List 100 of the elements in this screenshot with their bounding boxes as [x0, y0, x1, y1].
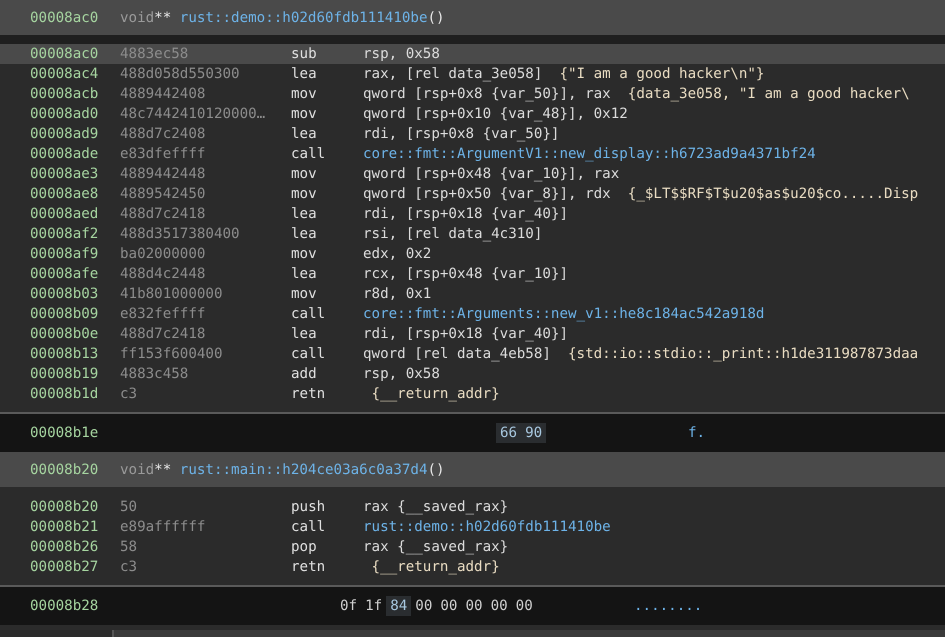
operands: rsi, [rel data_4c310]: [363, 226, 542, 242]
opcode-bytes: 4889442448: [120, 166, 206, 182]
ascii-text: f.: [688, 425, 706, 441]
instruction-row[interactable]: 00008b19 4883c458 add rsp, 0x58: [0, 364, 945, 384]
instruction-row[interactable]: 00008af9 ba02000000 mov edx, 0x2: [0, 244, 945, 264]
instruction-row[interactable]: 00008ad9 488d7c2408 lea rdi, [rsp+0x8 {var_50}]: [0, 124, 945, 144]
function-name[interactable]: rust::demo::h02d60fdb111410be: [180, 10, 428, 26]
instruction-row[interactable]: 00008acb 4889442408 mov qword [rsp+0x8 {var_50}], rax {data_3e058, "I am a good hacker\: [0, 84, 945, 104]
mnemonic: mov: [291, 86, 318, 102]
operands: rdi, [rsp+0x18 {var_40}]: [363, 326, 568, 342]
mnemonic: sub: [291, 46, 318, 62]
instruction-row[interactable]: 00008ae3 4889442448 mov qword [rsp+0x48 {var_10}], rax: [0, 164, 945, 184]
address: 00008b19: [30, 366, 100, 382]
opcode-bytes: 58: [120, 539, 138, 555]
address: 00008b20: [30, 499, 100, 515]
mnemonic: mov: [291, 246, 318, 262]
mnemonic: call: [291, 346, 326, 362]
instruction-row[interactable]: 00008b26 58 pop rax {__saved_rax}: [0, 537, 945, 557]
mnemonic: lea: [291, 126, 318, 142]
opcode-bytes: ba02000000: [120, 246, 206, 262]
instruction-row[interactable]: 00008af2 488d3517380400 lea rsi, [rel data_4c310]: [0, 224, 945, 244]
symbol-link[interactable]: core::fmt::Arguments::new_v1::he8c184ac542a918d: [363, 306, 764, 322]
hex-byte: 00: [439, 597, 458, 616]
address: 00008b1e: [30, 425, 100, 441]
operands: edx, 0x2: [363, 246, 432, 262]
mnemonic: mov: [291, 106, 318, 122]
address: 00008ac4: [30, 66, 100, 82]
mnemonic: add: [291, 366, 318, 382]
pointer-marker: **: [154, 462, 172, 478]
instruction-row[interactable]: 00008b09 e832feffff call core::fmt::Arguments::new_v1::he8c184ac542a918d: [0, 304, 945, 324]
return-type: void: [120, 10, 154, 26]
ascii-text: ........: [634, 598, 702, 614]
symbol-link[interactable]: core::fmt::ArgumentV1::new_display::h6723ad9a4371bf24: [363, 146, 816, 162]
instruction-row[interactable]: 00008b0e 488d7c2418 lea rdi, [rsp+0x18 {var_40}]: [0, 324, 945, 344]
instruction-row[interactable]: 00008b20 50 push rax {__saved_rax}: [0, 497, 945, 517]
mnemonic: mov: [291, 286, 318, 302]
instruction-row[interactable]: 00008b21 e89affffff call rust::demo::h02d60fdb111410be: [0, 517, 945, 537]
hex-byte: 00: [414, 597, 434, 616]
address: 00008ad0: [30, 106, 100, 122]
operands: rsp, 0x58: [363, 366, 440, 382]
operands: rax, [rel data_3e058]: [363, 66, 542, 82]
instruction-row[interactable]: 00008b27 c3 retn {__return_addr}: [0, 557, 945, 577]
operands: qword [rsp+0x8 {var_50}], rax: [363, 86, 611, 102]
address: 00008af2: [30, 226, 100, 242]
opcode-bytes: ff153f600400: [120, 346, 224, 362]
instruction-row[interactable]: 00008ac0 4883ec58 sub rsp, 0x58: [0, 44, 945, 64]
function-name[interactable]: rust::main::h204ce03a6c0a37d4: [180, 462, 428, 478]
opcode-bytes: e83dfeffff: [120, 146, 206, 162]
instruction-row[interactable]: 00008afe 488d4c2448 lea rcx, [rsp+0x48 {var_10}]: [0, 264, 945, 284]
address: 00008b1d: [30, 386, 100, 402]
symbol-link[interactable]: rust::demo::h02d60fdb111410be: [363, 519, 611, 535]
instruction-row[interactable]: 00008b13 ff153f600400 call qword [rel data_4eb58] {std::io::stdio::_print::h1de311987873daa: [0, 344, 945, 364]
hex-byte: 84: [386, 596, 412, 616]
mnemonic: call: [291, 146, 326, 162]
address: 00008acb: [30, 86, 100, 102]
hex-byte: 90: [521, 423, 546, 443]
instruction-row[interactable]: 00008ac4 488d058d550300 lea rax, [rel data_3e058] {"I am a good hacker\n"}: [0, 64, 945, 84]
address: 00008b13: [30, 346, 100, 362]
address: 00008b20: [30, 462, 100, 478]
instruction-row[interactable]: 00008ad0 48c7442410120000… mov qword [rsp+0x10 {var_48}], 0x12: [0, 104, 945, 124]
mnemonic: mov: [291, 166, 318, 182]
operands: rax {__saved_rax}: [363, 539, 508, 555]
opcode-bytes: 4883c458: [120, 366, 190, 382]
opcode-bytes: 48c7442410120000…: [120, 106, 266, 122]
address: 00008ad9: [30, 126, 100, 142]
hex-byte: 00: [514, 597, 534, 616]
mnemonic: pop: [291, 539, 318, 555]
operands: qword [rsp+0x48 {var_10}], rax: [363, 166, 620, 182]
instruction-row[interactable]: 00008b03 41b801000000 mov r8d, 0x1: [0, 284, 945, 304]
hex-byte: 00: [490, 597, 509, 616]
opcode-bytes: e89affffff: [120, 519, 206, 535]
operands: rdi, [rsp+0x18 {var_40}]: [363, 206, 568, 222]
instruction-row[interactable]: 00008ade e83dfeffff call core::fmt::ArgumentV1::new_display::h6723ad9a4371bf24: [0, 144, 945, 164]
hex-byte: 66: [496, 423, 522, 443]
opcode-bytes: 41b801000000: [120, 286, 224, 302]
address: 00008b09: [30, 306, 100, 322]
address: 00008ac0: [30, 10, 100, 26]
pointer-marker: **: [154, 10, 172, 26]
instruction-row[interactable]: 00008ae8 4889542450 mov qword [rsp+0x50 {var_8}], rdx {_$LT$$RF$T$u20$as$u20$co.....Disp: [0, 184, 945, 204]
horizontal-scrollbar[interactable]: [112, 630, 945, 637]
hex-byte: 00: [464, 597, 484, 616]
opcode-bytes: c3: [120, 386, 138, 402]
address: 00008ae8: [30, 186, 100, 202]
opcode-bytes: 488d7c2408: [120, 126, 206, 142]
address: 00008b28: [30, 598, 100, 614]
address: 00008ac0: [30, 46, 100, 62]
mnemonic: call: [291, 306, 326, 322]
instruction-row[interactable]: 00008b1d c3 retn {__return_addr}: [0, 384, 945, 404]
address: 00008b21: [30, 519, 100, 535]
operands: r8d, 0x1: [363, 286, 432, 302]
address: 00008afe: [30, 266, 100, 282]
instruction-row[interactable]: 00008aed 488d7c2418 lea rdi, [rsp+0x18 {var_40}]: [0, 204, 945, 224]
mnemonic: call: [291, 519, 326, 535]
opcode-bytes: 488d3517380400: [120, 226, 241, 242]
address: 00008ae3: [30, 166, 100, 182]
operands: qword [rel data_4eb58]: [363, 346, 551, 362]
hex-byte: 1f: [364, 597, 384, 616]
return-type: void: [120, 462, 154, 478]
mnemonic: mov: [291, 186, 318, 202]
operands: rcx, [rsp+0x48 {var_10}]: [363, 266, 568, 282]
